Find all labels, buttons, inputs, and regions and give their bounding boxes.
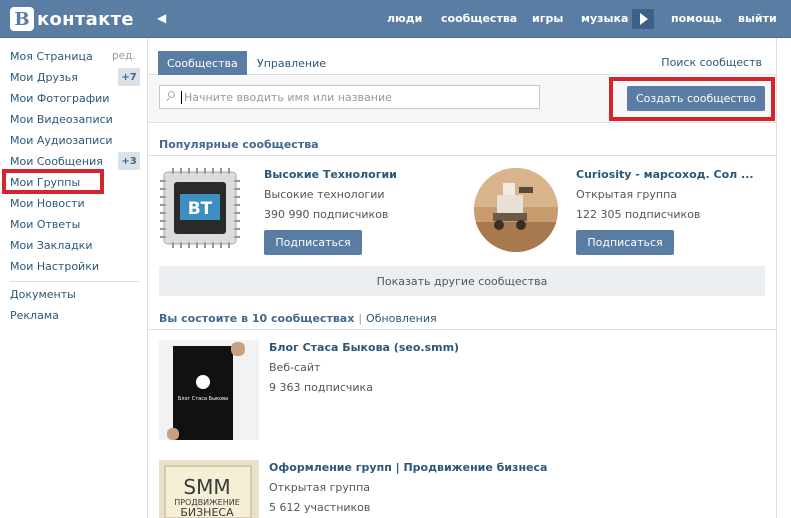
sidebar-item-friends[interactable]: Мои Друзья [10, 71, 78, 84]
poster-smm: SMM [183, 475, 230, 499]
tab-manage[interactable]: Управление [257, 57, 326, 70]
group-2-count: 5 612 участников [269, 501, 371, 514]
show-more-communities-button[interactable]: Показать другие сообщества [159, 266, 765, 296]
logo-text: контакте [37, 8, 134, 30]
popular-card-2-subscribers: 122 305 подписчиков [576, 208, 701, 221]
group-2-name[interactable]: Оформление групп | Продвижение бизнеса [269, 461, 547, 474]
sidebar-item-news[interactable]: Мои Новости [10, 197, 85, 210]
sidebar-item-my-page[interactable]: Моя Страница [10, 50, 93, 63]
sidebar-item-photos[interactable]: Мои Фотографии [10, 92, 109, 105]
search-icon [165, 91, 177, 103]
popular-card-2-name[interactable]: Curiosity - марсоход. Сол ... [576, 168, 754, 181]
popular-card-1-subscribe-button[interactable]: Подписаться [264, 230, 362, 255]
popular-card-1-name[interactable]: Высокие Технологии [264, 168, 397, 181]
poster-text: Блог Стаса Быкова [178, 396, 228, 402]
highlight-groups-box [2, 169, 104, 194]
group-1-image[interactable]: Блог Стаса Быкова [159, 340, 259, 440]
sidebar-item-videos[interactable]: Мои Видеозаписи [10, 113, 113, 126]
back-arrow-icon[interactable]: ◀ [157, 11, 166, 25]
search-placeholder: Начните вводить имя или название [184, 90, 392, 104]
updates-link[interactable]: Обновления [366, 312, 437, 325]
nav-logout[interactable]: выйти [738, 12, 777, 25]
group-1-name[interactable]: Блог Стаса Быкова (seo.smm) [269, 341, 459, 354]
tabs-bar: Сообщества Управление Поиск сообществ [148, 38, 776, 75]
highlight-create-box [609, 77, 775, 121]
friends-badge[interactable]: +7 [118, 68, 140, 86]
tech-logo-image[interactable]: BT [160, 168, 240, 248]
my-groups-divider [148, 329, 776, 330]
my-groups-header: Вы состоите в 10 сообществах | Обновления [159, 312, 437, 325]
nav-help[interactable]: помощь [671, 12, 722, 25]
text-caret [181, 90, 182, 104]
sidebar-item-bookmarks[interactable]: Мои Закладки [10, 239, 92, 252]
sidebar-item-documents[interactable]: Документы [10, 288, 76, 301]
tech-logo-text: BT [188, 199, 213, 219]
popular-card-1-subtitle: Высокие технологии [264, 188, 385, 201]
top-header: B контакте ◀ люди сообщества игры музыка… [0, 0, 791, 38]
group-2-type: Открытая группа [269, 481, 371, 494]
sidebar-item-ads[interactable]: Реклама [10, 309, 59, 322]
group-2-image[interactable]: SMM ПРОДВИЖЕНИЕ БИЗНЕСА [159, 460, 259, 518]
curiosity-image[interactable] [473, 167, 558, 252]
nav-music[interactable]: музыка [581, 12, 628, 25]
sidebar-item-messages[interactable]: Мои Сообщения [10, 155, 103, 168]
group-1-type: Веб-сайт [269, 361, 321, 374]
tab-communities[interactable]: Сообщества [158, 51, 247, 75]
play-icon[interactable] [632, 9, 654, 29]
my-groups-title: Вы состоите в 10 сообществах [159, 312, 355, 325]
nav-people[interactable]: люди [387, 12, 422, 25]
left-sidebar: Моя Страница ред. Мои Друзья +7 Мои Фото… [0, 38, 146, 518]
sidebar-item-answers[interactable]: Мои Ответы [10, 218, 80, 231]
popular-card-2-subtitle: Открытая группа [576, 188, 678, 201]
sidebar-item-audio[interactable]: Мои Аудиозаписи [10, 134, 113, 147]
sidebar-edit-link[interactable]: ред. [112, 50, 136, 62]
messages-badge[interactable]: +3 [118, 152, 140, 170]
vk-logo[interactable]: B контакте [10, 7, 134, 31]
popular-card-2-subscribe-button[interactable]: Подписаться [576, 230, 674, 255]
popular-divider [148, 155, 776, 156]
title-separator: | [358, 312, 363, 325]
search-input[interactable]: Начните вводить имя или название [159, 85, 540, 109]
sidebar-divider [10, 281, 140, 282]
group-1-count: 9 363 подписчика [269, 381, 373, 394]
popular-card-1-subscribers: 390 990 подписчиков [264, 208, 389, 221]
poster-line3: БИЗНЕСА [180, 506, 234, 518]
search-communities-link[interactable]: Поиск сообществ [661, 56, 762, 69]
nav-games[interactable]: игры [532, 12, 563, 25]
nav-communities[interactable]: сообщества [441, 12, 517, 25]
popular-title: Популярные сообщества [159, 138, 319, 151]
sidebar-item-settings[interactable]: Мои Настройки [10, 260, 99, 273]
logo-letter: B [10, 7, 34, 31]
